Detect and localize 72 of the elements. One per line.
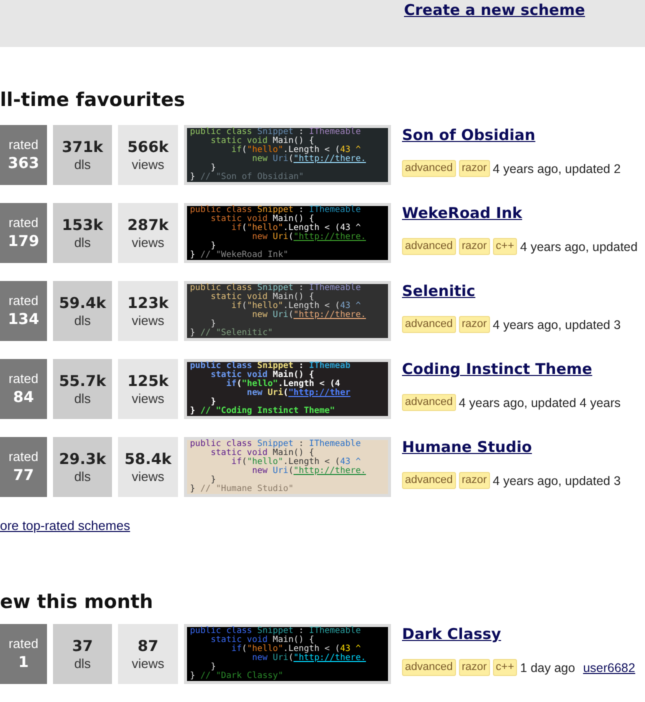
downloads-label: dls bbox=[74, 235, 91, 251]
tag[interactable]: advanced bbox=[402, 659, 456, 676]
rated-label: rated bbox=[8, 215, 38, 231]
rating-count: 134 bbox=[8, 309, 40, 329]
date-text: 4 years ago, updated 2 bbox=[492, 162, 621, 176]
rated-label: rated bbox=[8, 137, 38, 153]
tag[interactable]: razor bbox=[458, 659, 490, 676]
code-preview: public class Snippet : IThemeable static void Main() { if("hello".Length < (43 ^ new Uri("http://there. } } // "Dark Classy" bbox=[184, 624, 391, 684]
views-count: 58.4k bbox=[124, 449, 172, 469]
tag[interactable]: advanced bbox=[402, 394, 456, 411]
views-label: views bbox=[132, 656, 164, 672]
downloads-count: 29.3k bbox=[59, 449, 106, 469]
downloads-count: 59.4k bbox=[59, 293, 106, 313]
scheme-title-link[interactable]: Selenitic bbox=[402, 281, 476, 301]
scheme-title-link[interactable]: Son of Obsidian bbox=[402, 125, 536, 145]
date-text: 4 years ago, updated 3 bbox=[492, 474, 621, 488]
views-label: views bbox=[132, 391, 164, 407]
downloads-count: 371k bbox=[62, 137, 104, 157]
scheme-title-link[interactable]: Coding Instinct Theme bbox=[402, 359, 592, 379]
tag[interactable]: c++ bbox=[492, 238, 518, 255]
rating-count: 179 bbox=[8, 231, 40, 251]
views-label: views bbox=[132, 235, 164, 251]
views-count: 287k bbox=[127, 215, 169, 235]
rated-label: rated bbox=[8, 371, 38, 387]
views-label: views bbox=[132, 157, 164, 173]
downloads-label: dls bbox=[74, 157, 91, 173]
rated-label: rated bbox=[8, 293, 38, 309]
downloads-label: dls bbox=[74, 391, 91, 407]
tag[interactable]: advanced bbox=[402, 472, 456, 489]
views-count: 123k bbox=[127, 293, 169, 313]
tag[interactable]: advanced bbox=[402, 238, 456, 255]
rating-count: 1 bbox=[18, 652, 29, 672]
tag[interactable]: advanced bbox=[402, 316, 456, 333]
code-preview: public class Snippet : IThemeable static void Main() { if("hello".Length < (43 ^ new Uri("http://there. } } // "Selenitic" bbox=[184, 281, 391, 341]
more-schemes-link[interactable]: ore top-rated schemes bbox=[0, 518, 130, 533]
views-label: views bbox=[132, 313, 164, 329]
scheme-title-link[interactable]: Dark Classy bbox=[402, 624, 502, 644]
rating-count: 77 bbox=[13, 465, 34, 485]
downloads-label: dls bbox=[74, 469, 91, 485]
tag[interactable]: c++ bbox=[492, 659, 518, 676]
tag[interactable]: razor bbox=[458, 316, 490, 333]
code-preview: public class Snippet : IThemeable static void Main() { if("hello".Length < (43 ^ new Uri("http://there. } } // "Humane Studio" bbox=[184, 437, 391, 497]
create-scheme-link[interactable]: Create a new scheme bbox=[404, 0, 586, 20]
code-preview: public class Snippet : IThemeable static void Main() { if("hello".Length < (43 ^ new Uri("http://there. } } // "Son of Obsidian" bbox=[184, 125, 391, 185]
date-text: 4 years ago, updated 4 years bbox=[458, 396, 621, 410]
views-count: 125k bbox=[127, 371, 169, 391]
date-text: 4 years ago, updated bbox=[520, 240, 638, 254]
downloads-label: dls bbox=[74, 313, 91, 329]
downloads-count: 55.7k bbox=[59, 371, 106, 391]
rating-count: 84 bbox=[13, 387, 34, 407]
tag[interactable]: advanced bbox=[402, 160, 456, 177]
date-text: 1 day ago bbox=[520, 660, 576, 674]
code-preview: public class Snippet : IThemeable static void Main() { if("hello".Length < (43 ^ new Uri("http://there. } } // "WekeRoad Ink" bbox=[184, 203, 391, 263]
code-preview: public class Snippet : IThemeab static void Main() { if("hello".Length < (4 new Uri("http://ther } } // "Coding Instinct Theme" bbox=[184, 359, 391, 419]
scheme-title-link[interactable]: Humane Studio bbox=[402, 437, 532, 457]
views-label: views bbox=[132, 469, 164, 485]
views-count: 87 bbox=[138, 636, 158, 656]
scheme-title-link[interactable]: WekeRoad Ink bbox=[402, 203, 522, 223]
downloads-label: dls bbox=[74, 656, 91, 672]
section-heading: ll-time favourites bbox=[0, 88, 186, 112]
tag[interactable]: razor bbox=[458, 238, 490, 255]
downloads-count: 37 bbox=[72, 636, 93, 656]
section-heading: ew this month bbox=[0, 590, 154, 614]
tag[interactable]: razor bbox=[458, 472, 490, 489]
rating-count: 363 bbox=[8, 153, 40, 173]
date-text: 4 years ago, updated 3 bbox=[492, 318, 621, 332]
rated-label: rated bbox=[8, 636, 38, 652]
tag[interactable]: razor bbox=[458, 160, 490, 177]
views-count: 566k bbox=[127, 137, 169, 157]
downloads-count: 153k bbox=[62, 215, 104, 235]
rated-label: rated bbox=[8, 449, 38, 465]
author-link[interactable]: user6682 bbox=[583, 660, 636, 674]
